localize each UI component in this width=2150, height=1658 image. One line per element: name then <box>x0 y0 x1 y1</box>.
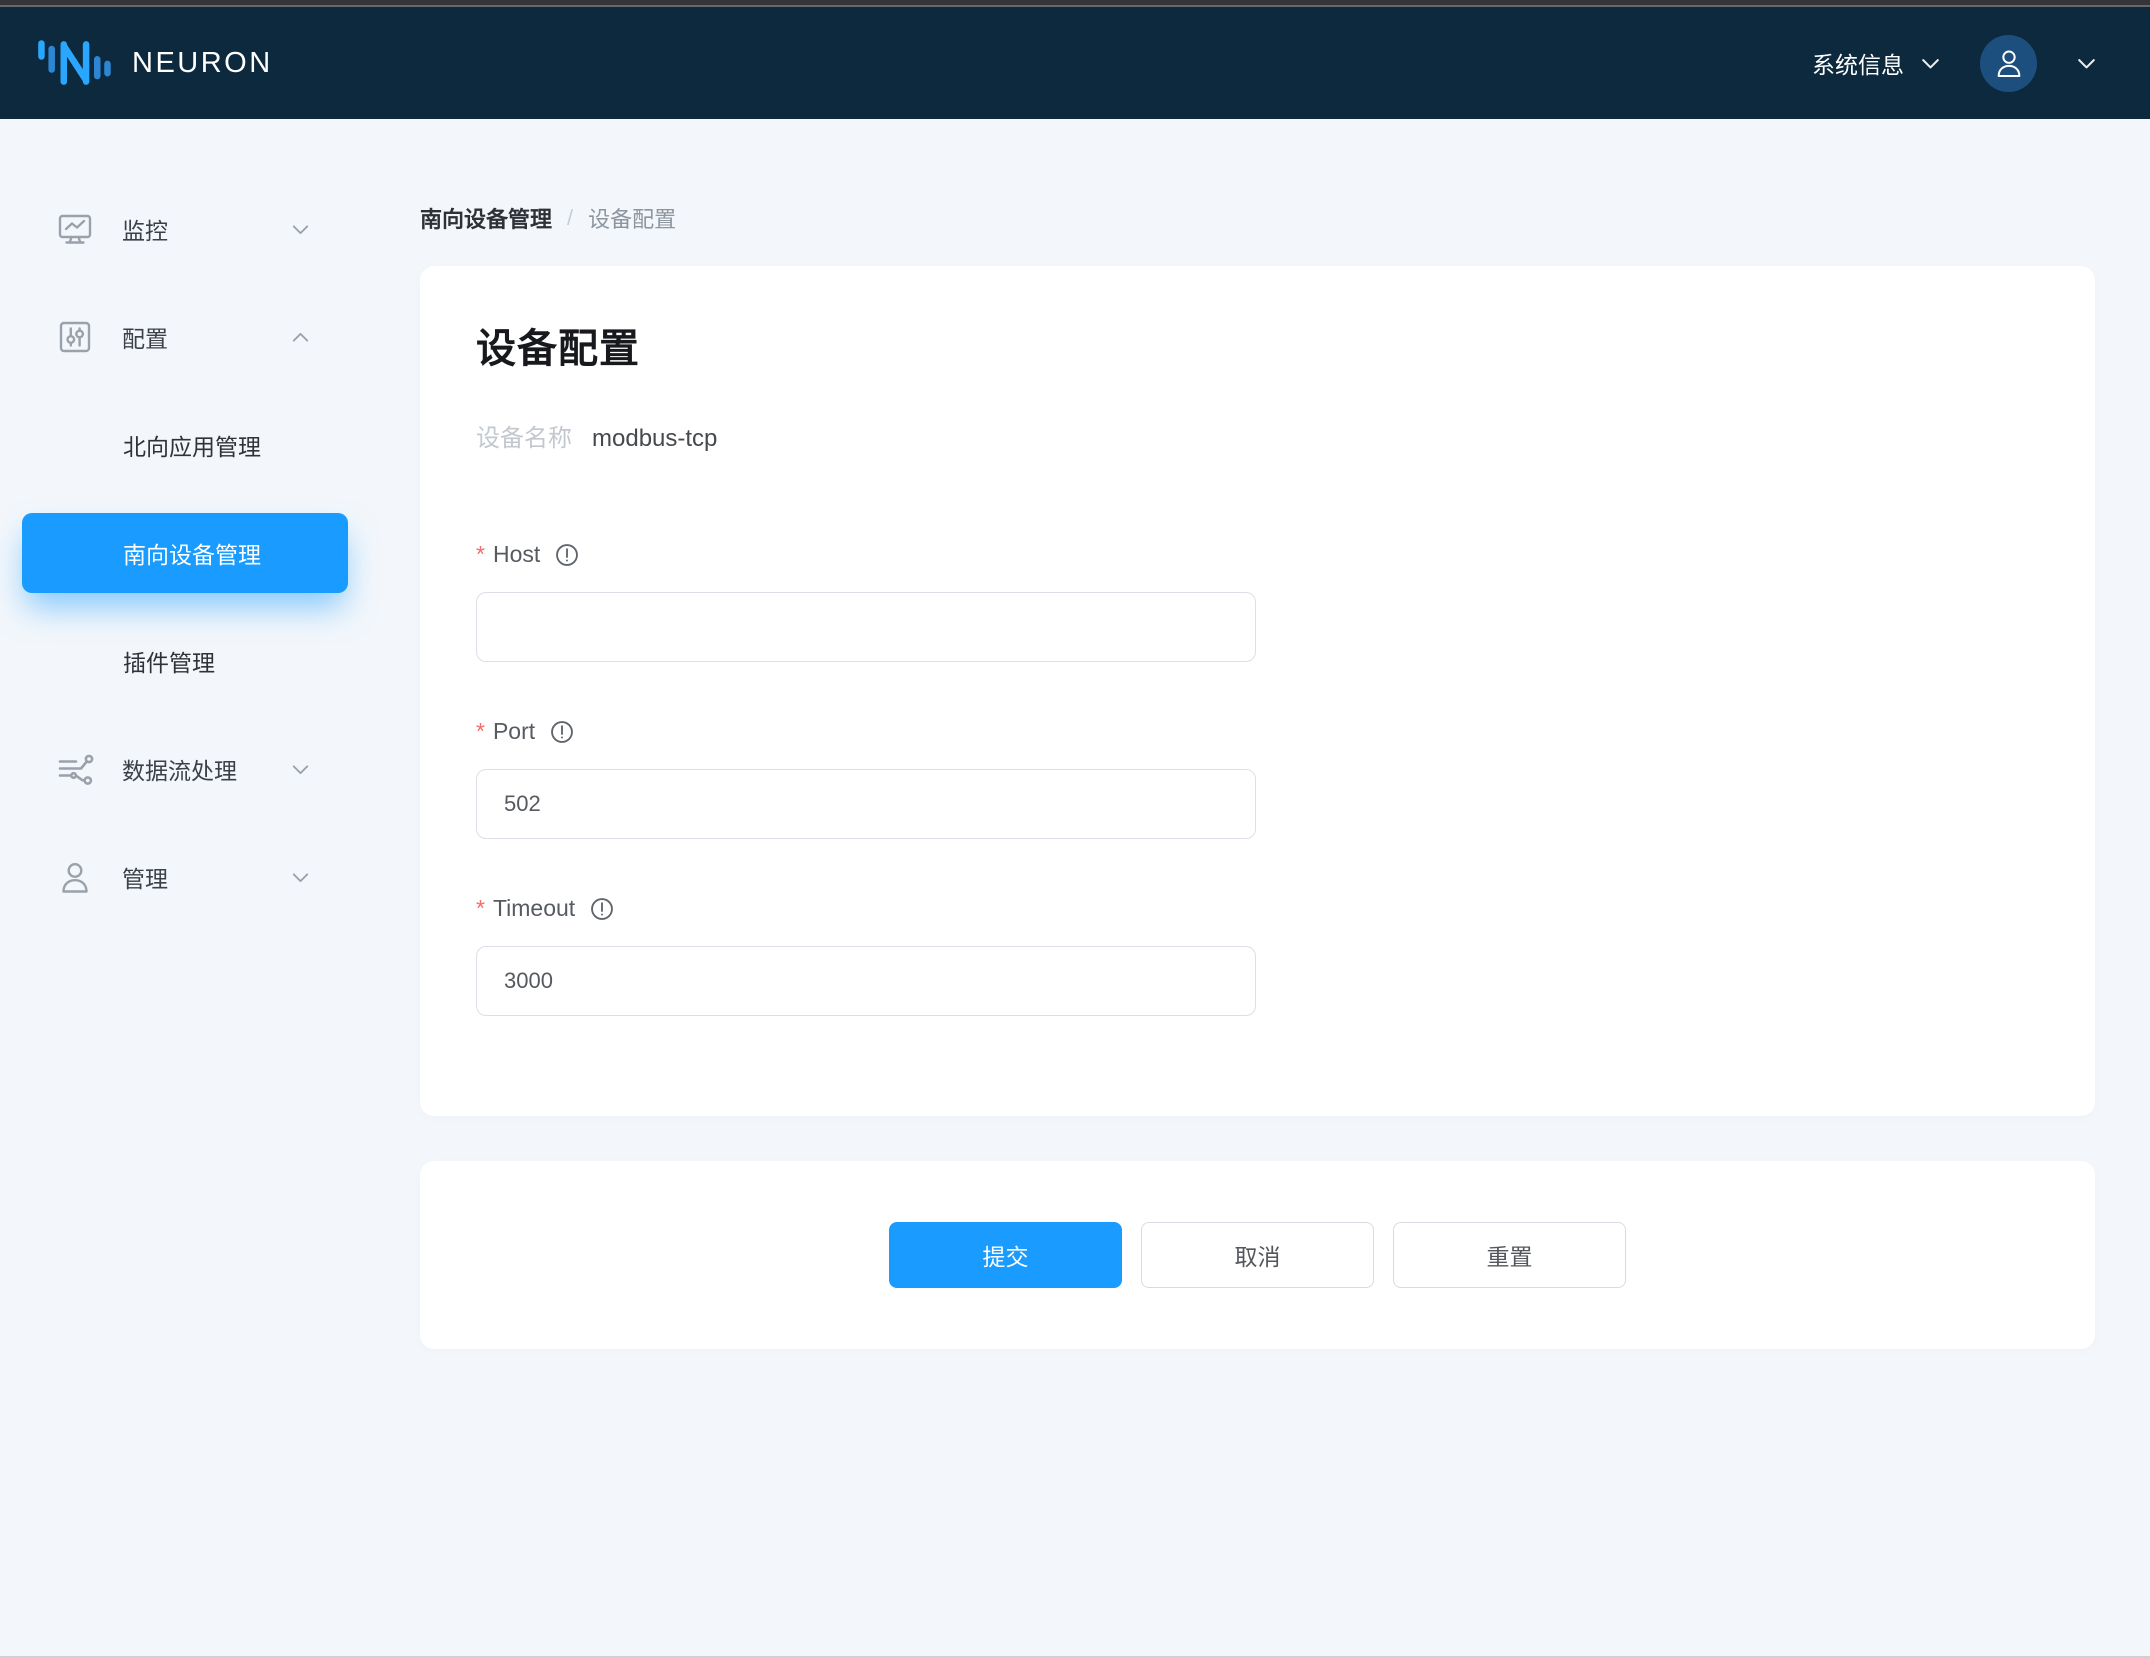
device-config-card: 设备配置 设备名称 modbus-tcp * Host <box>420 266 2095 1116</box>
field-port: * Port <box>476 718 2039 839</box>
chevron-down-icon <box>1917 50 1944 77</box>
avatar[interactable] <box>1980 35 2037 92</box>
sidebar-item-label: 管理 <box>122 860 288 894</box>
sidebar-item-plugin-management[interactable]: 插件管理 <box>22 621 348 701</box>
chevron-up-icon <box>288 325 313 350</box>
breadcrumb-parent-link[interactable]: 南向设备管理 <box>420 202 552 234</box>
window-top-strip <box>0 0 2150 7</box>
submit-button[interactable]: 提交 <box>889 1222 1122 1288</box>
info-circle-icon[interactable] <box>549 719 575 745</box>
user-icon <box>1991 45 2027 81</box>
main-content: 南向设备管理 / 设备配置 设备配置 设备名称 modbus-tcp * Hos… <box>420 119 2150 1349</box>
sidebar-item-label: 数据流处理 <box>122 752 288 786</box>
device-name-label: 设备名称 <box>476 418 572 453</box>
dataflow-icon <box>55 749 95 789</box>
user-icon <box>55 857 95 897</box>
chevron-down-icon <box>288 865 313 890</box>
port-input[interactable] <box>476 769 1256 839</box>
field-timeout: * Timeout <box>476 895 2039 1016</box>
brand-name: NEURON <box>132 47 273 80</box>
sidebar-item-northbound-apps[interactable]: 北向应用管理 <box>22 405 348 485</box>
field-host: * Host <box>476 541 2039 662</box>
breadcrumb: 南向设备管理 / 设备配置 <box>420 202 2095 234</box>
sidebar-item-southbound-devices[interactable]: 南向设备管理 <box>22 513 348 593</box>
field-label: Port <box>493 718 535 745</box>
field-label: Timeout <box>493 895 575 922</box>
device-name-row: 设备名称 modbus-tcp <box>476 418 2039 453</box>
required-marker: * <box>476 541 485 568</box>
sidebar-subitem-label: 插件管理 <box>123 644 215 678</box>
monitor-icon <box>55 209 95 249</box>
required-marker: * <box>476 718 485 745</box>
breadcrumb-separator: / <box>567 205 573 231</box>
breadcrumb-current: 设备配置 <box>588 202 676 234</box>
sidebar-item-configuration[interactable]: 配置 <box>22 297 348 377</box>
user-menu-chevron-icon[interactable] <box>2073 50 2100 77</box>
cancel-button[interactable]: 取消 <box>1141 1222 1374 1288</box>
info-circle-icon[interactable] <box>589 896 615 922</box>
form-actions-card: 提交 取消 重置 <box>420 1161 2095 1349</box>
sidebar-subitem-label: 南向设备管理 <box>123 536 261 570</box>
system-info-label: 系统信息 <box>1812 46 1904 80</box>
sidebar-item-label: 监控 <box>122 212 288 246</box>
host-input[interactable] <box>476 592 1256 662</box>
sidebar-item-management[interactable]: 管理 <box>22 837 348 917</box>
neuron-logo-icon <box>34 34 114 92</box>
sidebar: 监控 配置 北向应用管理 南向设 <box>0 119 420 945</box>
page-title: 设备配置 <box>476 316 2039 374</box>
sidebar-subitem-label: 北向应用管理 <box>123 428 261 462</box>
sidebar-item-monitoring[interactable]: 监控 <box>22 189 348 269</box>
sidebar-item-label: 配置 <box>122 320 288 354</box>
brand: NEURON <box>34 34 273 92</box>
required-marker: * <box>476 895 485 922</box>
chevron-down-icon <box>288 217 313 242</box>
sidebar-item-data-stream[interactable]: 数据流处理 <box>22 729 348 809</box>
device-name-value: modbus-tcp <box>592 425 717 453</box>
timeout-input[interactable] <box>476 946 1256 1016</box>
field-host-label-row: * Host <box>476 541 2039 568</box>
app-header: NEURON 系统信息 <box>0 7 2150 119</box>
header-right: 系统信息 <box>1812 35 2100 92</box>
reset-button[interactable]: 重置 <box>1393 1222 1626 1288</box>
system-info-menu[interactable]: 系统信息 <box>1812 46 1944 80</box>
field-timeout-label-row: * Timeout <box>476 895 2039 922</box>
info-circle-icon[interactable] <box>554 542 580 568</box>
field-port-label-row: * Port <box>476 718 2039 745</box>
sliders-icon <box>55 317 95 357</box>
field-label: Host <box>493 541 540 568</box>
chevron-down-icon <box>288 757 313 782</box>
